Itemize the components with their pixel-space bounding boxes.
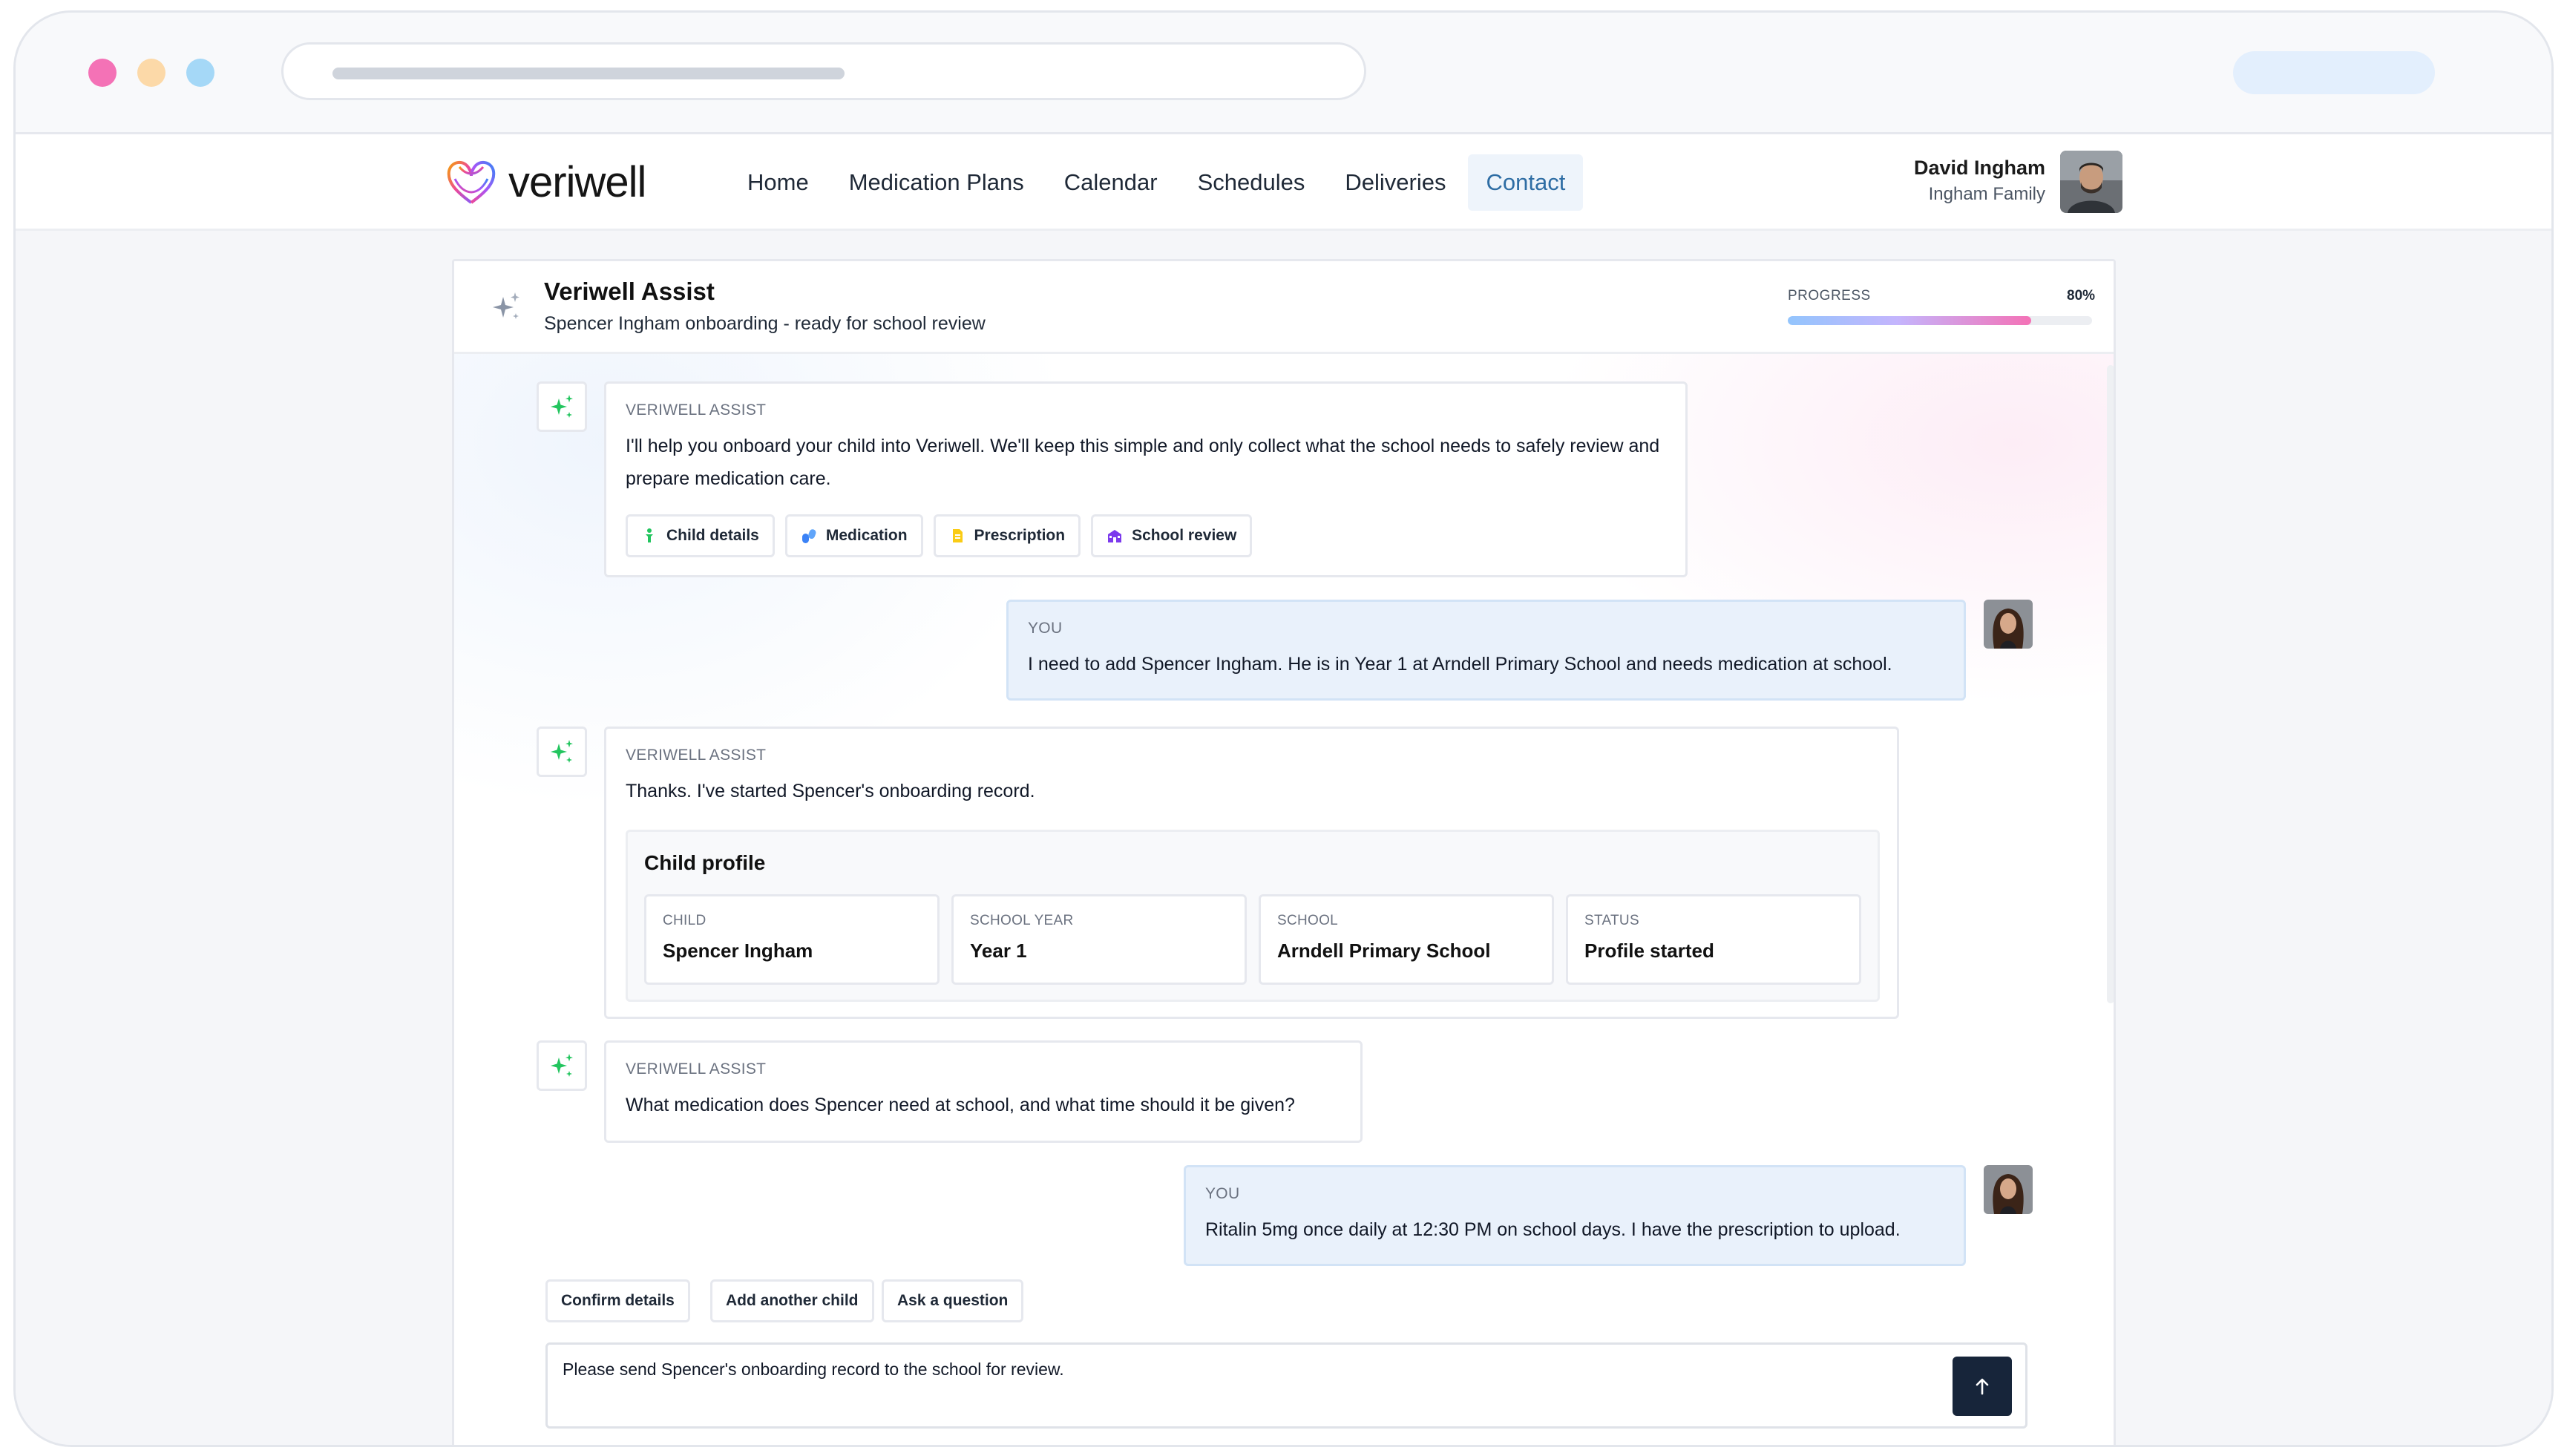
nav-links: Home Medication Plans Calendar Schedules… [730,154,1584,211]
user-name: David Ingham [1913,157,2045,179]
assistant-header: Veriwell Assist Spencer Ingham onboardin… [454,261,2114,354]
user-info[interactable]: David Ingham Ingham Family [1914,151,2045,205]
quick-reply-ask-a-question[interactable]: Ask a question [882,1279,1024,1322]
assistant-avatar [537,381,587,432]
field-value: Year 1 [970,939,1027,962]
assistant-title: Veriwell Assist [544,278,715,305]
field-school: SCHOOL Arndell Primary School [1259,894,1554,985]
chip-label: Medication [825,527,908,544]
top-nav: veriwell Home Medication Plans Calendar … [16,134,2551,231]
field-label: SCHOOL YEAR [970,913,1074,928]
close-window-dot[interactable] [88,59,117,87]
nav-contact[interactable]: Contact [1468,154,1584,211]
field-label: STATUS [1584,913,1639,928]
child-icon [646,528,653,542]
sparkle-icon [551,1054,573,1077]
nav-calendar[interactable]: Calendar [1046,154,1176,211]
document-icon [952,529,963,542]
field-label: CHILD [663,913,707,928]
field-school-year: SCHOOL YEAR Year 1 [951,894,1247,985]
chip-label: Child details [666,527,759,544]
user-message: YOU I need to add Spencer Ingham. He is … [1006,600,1966,701]
school-icon [1108,530,1122,542]
app: veriwell Home Medication Plans Calendar … [16,134,2551,1445]
onboarding-steps: Child details Medication Prescription Sc… [626,514,1253,557]
assistant-panel: Veriwell Assist Spencer Ingham onboardin… [452,259,2116,1445]
card-title: Child profile [644,851,766,874]
message-sender: VERIWELL ASSIST [626,747,767,764]
pills-icon [801,529,816,543]
assistant-message: VERIWELL ASSIST Thanks. I've started Spe… [604,727,1899,1019]
field-value: Spencer Ingham [663,939,813,962]
field-child: CHILD Spencer Ingham [644,894,940,985]
chat-scrollbar[interactable] [2107,365,2114,1003]
message-input[interactable]: Please send Spencer's onboarding record … [563,1360,1064,1380]
field-value: Arndell Primary School [1277,939,1491,962]
field-status: STATUS Profile started [1566,894,1861,985]
address-bar[interactable] [281,42,1366,100]
user-avatar[interactable] [2060,151,2122,213]
field-value: Profile started [1584,939,1714,962]
message-sender: VERIWELL ASSIST [626,401,767,419]
veriwell-logo[interactable]: veriwell [445,157,646,207]
sparkle-icon [551,740,573,763]
field-label: SCHOOL [1277,913,1339,928]
veriwell-heart-logo-icon [447,160,496,204]
nav-home[interactable]: Home [730,154,827,211]
browser-chrome [16,13,2551,134]
browser-action-pill[interactable] [2233,51,2435,94]
chip-label: Prescription [974,527,1066,544]
brand-name: veriwell [508,157,646,206]
message-composer[interactable]: Please send Spencer's onboarding record … [545,1342,2027,1429]
child-profile-card: Child profile CHILD Spencer Ingham SCHOO… [626,830,1880,1002]
maximize-window-dot[interactable] [186,59,214,87]
assistant-message: VERIWELL ASSIST I'll help you onboard yo… [604,381,1688,577]
chip-prescription[interactable]: Prescription [933,514,1081,557]
progress-fill [1788,316,2031,325]
chip-label: School review [1132,527,1237,544]
address-placeholder [332,68,845,79]
message-text: What medication does Spencer need at sch… [626,1095,1295,1115]
message-text: I'll help you onboard your child into Ve… [626,436,1660,489]
chip-medication[interactable]: Medication [784,514,923,557]
browser-window: veriwell Home Medication Plans Calendar … [13,10,2554,1447]
message-sender: YOU [1028,620,1063,637]
sender-avatar [1984,600,2033,649]
quick-reply-add-another-child[interactable]: Add another child [710,1279,874,1322]
assistant-avatar [537,1040,587,1091]
progress-bar [1788,316,2092,325]
quick-reply-confirm-details[interactable]: Confirm details [545,1279,690,1322]
message-sender: VERIWELL ASSIST [626,1060,767,1078]
sender-avatar [1984,1165,2033,1214]
assistant-message: VERIWELL ASSIST What medication does Spe… [604,1040,1363,1143]
message-text: Ritalin 5mg once daily at 12:30 PM on sc… [1205,1219,1901,1240]
user-family: Ingham Family [1928,184,2045,204]
message-sender: YOU [1205,1185,1240,1202]
message-text: Thanks. I've started Spencer's onboardin… [626,781,1035,801]
progress-label: PROGRESS [1788,288,1871,304]
progress-value: 80% [2067,288,2096,304]
minimize-window-dot[interactable] [137,59,165,87]
send-button[interactable] [1953,1357,2012,1416]
arrow-up-icon [1976,1378,1989,1395]
assistant-avatar [537,727,587,777]
chip-child-details[interactable]: Child details [626,514,775,557]
nav-schedules[interactable]: Schedules [1180,154,1323,211]
sparkle-icon [551,395,573,418]
nav-medication-plans[interactable]: Medication Plans [831,154,1042,211]
chip-school-review[interactable]: School review [1091,514,1253,557]
assistant-subtitle: Spencer Ingham onboarding - ready for sc… [544,313,986,334]
user-message: YOU Ritalin 5mg once daily at 12:30 PM o… [1184,1165,1966,1266]
nav-deliveries[interactable]: Deliveries [1327,154,1463,211]
message-text: I need to add Spencer Ingham. He is in Y… [1028,654,1892,675]
sparkle-icon [493,292,519,319]
